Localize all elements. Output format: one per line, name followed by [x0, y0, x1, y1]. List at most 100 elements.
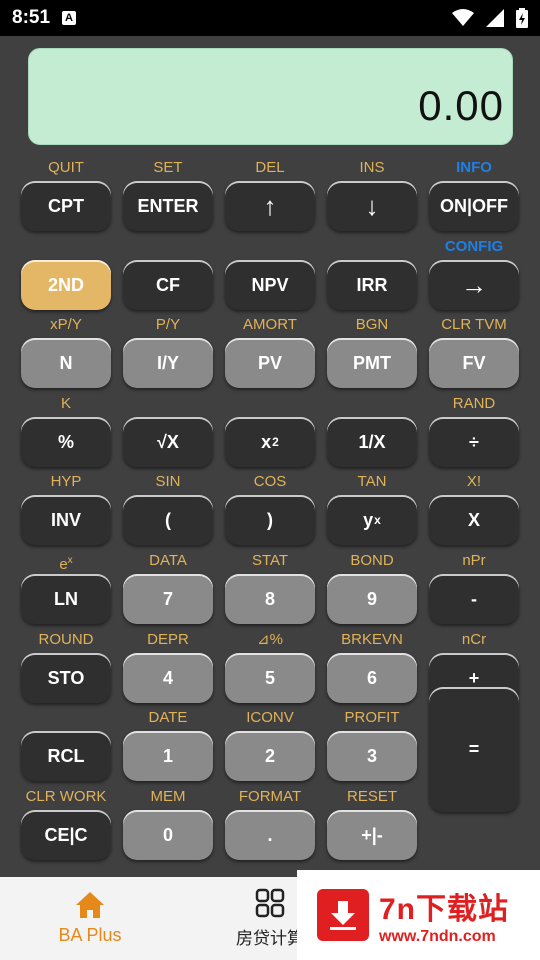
key-sign-label: +|- — [361, 824, 383, 845]
key-cf-button[interactable]: CF — [123, 260, 213, 310]
key-0-button[interactable]: 0 — [123, 810, 213, 860]
key-2nd-button[interactable]: 2ND — [21, 260, 111, 310]
key-1-button[interactable]: 1 — [123, 731, 213, 781]
key-label-config: CONFIG — [444, 238, 504, 255]
key-label-k: K — [60, 395, 71, 412]
key-label-hyp: HYP — [50, 473, 82, 490]
display-value: 0.00 — [418, 82, 504, 129]
key-label-npr: nPr — [462, 552, 486, 569]
key-x-2-button[interactable]: x2 — [225, 417, 315, 467]
wifi-icon — [452, 9, 474, 26]
key-open-paren-button[interactable]: ( — [123, 495, 213, 545]
status-time: 8:51 — [12, 7, 51, 28]
ad-banner[interactable]: 7n下载站 www.7ndn.com — [297, 870, 540, 960]
key-open-paren-label: ( — [165, 509, 171, 530]
key-enter-label: ENTER — [137, 195, 199, 216]
key-fv-button[interactable]: FV — [429, 338, 519, 388]
key-6-label: 6 — [366, 667, 377, 688]
key-label-iconv: ICONV — [246, 709, 294, 726]
key-label-xp-y: xP/Y — [50, 316, 82, 333]
key-cpt-label: CPT — [48, 195, 84, 216]
key-label-empty — [327, 238, 417, 256]
key-label-e-text: e — [59, 556, 68, 573]
key-sto-button[interactable]: STO — [21, 653, 111, 703]
key-close-paren-button[interactable]: ) — [225, 495, 315, 545]
key-sign-button[interactable]: +|- — [327, 810, 417, 860]
key-label-x: X! — [466, 473, 482, 490]
key-enter-button[interactable]: ENTER — [123, 181, 213, 231]
key-clear-label: CE|C — [44, 824, 88, 845]
key-divide-button[interactable]: ÷ — [429, 417, 519, 467]
key-1-label: 1 — [162, 745, 173, 766]
key-y-x-button[interactable]: yx — [327, 495, 417, 545]
signal-icon — [486, 9, 504, 27]
key-ln-label: LN — [54, 588, 78, 609]
key-label-e: ex — [21, 552, 111, 573]
key-9-label: 9 — [366, 588, 377, 609]
key-down-button[interactable]: ↓ — [327, 181, 417, 231]
key-pv-button[interactable]: PV — [225, 338, 315, 388]
key-iy-button[interactable]: I/Y — [123, 338, 213, 388]
key-down-label: ↓ — [365, 190, 379, 221]
key-percent-button[interactable]: % — [21, 417, 111, 467]
key-cpt-button[interactable]: CPT — [21, 181, 111, 231]
key-rcl-button[interactable]: RCL — [21, 731, 111, 781]
key-npv-button[interactable]: NPV — [225, 260, 315, 310]
key-label-empty — [225, 395, 315, 413]
home-icon — [76, 892, 104, 918]
calculator-display: 0.00 — [28, 48, 513, 145]
key-multiply-button[interactable]: X — [429, 495, 519, 545]
key-label-amort: AMORT — [243, 316, 297, 333]
key-n-label: N — [59, 352, 73, 373]
key-n-button[interactable]: N — [21, 338, 111, 388]
ad-url: www.7ndn.com — [379, 928, 496, 945]
key-npv-label: NPV — [251, 274, 289, 295]
key-2-button[interactable]: 2 — [225, 731, 315, 781]
key-x-2-superscript: 2 — [272, 435, 279, 449]
key-7-button[interactable]: 7 — [123, 574, 213, 624]
key-label-empty — [21, 709, 111, 727]
key-minus-button[interactable]: - — [429, 574, 519, 624]
key-ln-button[interactable]: LN — [21, 574, 111, 624]
key-4-button[interactable]: 4 — [123, 653, 213, 703]
key-label-format: FORMAT — [238, 788, 302, 805]
key-inv-button[interactable]: INV — [21, 495, 111, 545]
key-pv-label: PV — [257, 352, 282, 373]
key-label-tan: TAN — [357, 473, 387, 490]
key-5-button[interactable]: 5 — [225, 653, 315, 703]
key-on-off-button[interactable]: ON|OFF — [429, 181, 519, 231]
key-rcl-label: RCL — [47, 745, 85, 766]
key-6-button[interactable]: 6 — [327, 653, 417, 703]
key-reciprocal-button[interactable]: 1/X — [327, 417, 417, 467]
key-clear-button[interactable]: CE|C — [21, 810, 111, 860]
key-label-empty — [21, 238, 111, 256]
key-up-button[interactable]: ↑ — [225, 181, 315, 231]
key-irr-button[interactable]: IRR — [327, 260, 417, 310]
key-iy-label: I/Y — [156, 352, 179, 373]
key-label-bond: BOND — [350, 552, 394, 569]
key-label-profit: PROFIT — [344, 709, 400, 726]
key-8-button[interactable]: 8 — [225, 574, 315, 624]
key-9-button[interactable]: 9 — [327, 574, 417, 624]
key-pmt-button[interactable]: PMT — [327, 338, 417, 388]
key-label-clr-work: CLR WORK — [25, 788, 107, 805]
key-right-button[interactable]: → — [429, 260, 519, 310]
key-3-button[interactable]: 3 — [327, 731, 417, 781]
key-up-label: ↑ — [263, 190, 277, 221]
key-percent-label: % — [57, 431, 74, 452]
key-label-ins: INS — [359, 159, 385, 176]
key-decimal-button[interactable]: . — [225, 810, 315, 860]
key-y-x-label: y — [363, 509, 374, 530]
key-inv-label: INV — [50, 509, 81, 530]
key-2nd-label: 2ND — [47, 274, 84, 295]
key-label-empty — [429, 788, 519, 806]
key-label-data: DATA — [149, 552, 187, 569]
key-plus-label: + — [468, 667, 480, 688]
key-0-label: 0 — [162, 824, 173, 845]
key-label-clr-tvm: CLR TVM — [441, 316, 507, 333]
status-bar: 8:51 A — [0, 0, 540, 36]
key-label-info: INFO — [456, 159, 492, 176]
nav-ba-plus[interactable]: BA Plus — [40, 877, 140, 960]
key-label-bgn: BGN — [355, 316, 389, 333]
key-sqrt-button[interactable]: √X — [123, 417, 213, 467]
